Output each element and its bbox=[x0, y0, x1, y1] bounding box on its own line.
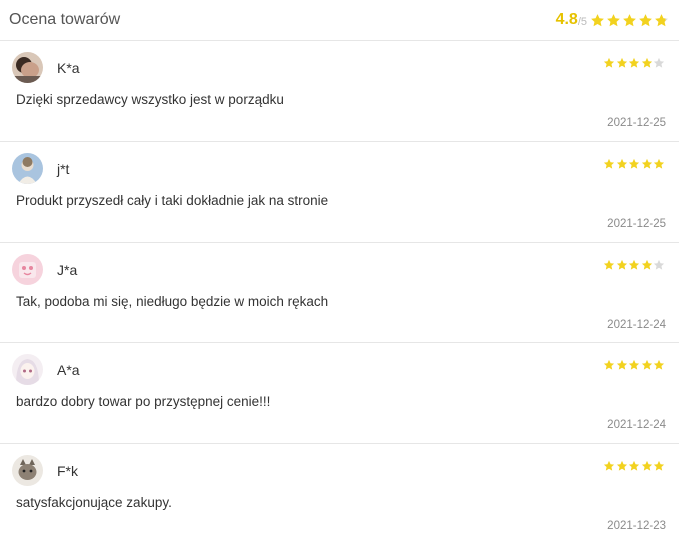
review-item: j*t Produkt przyszedł cały i taki dokład… bbox=[0, 142, 679, 243]
product-rating-panel: Ocena towarów 4.8 /5 K*a Dzięki sprzedaw… bbox=[0, 0, 679, 542]
review-stars bbox=[603, 460, 666, 472]
anime-girl-avatar-icon[interactable] bbox=[12, 354, 43, 386]
star-full-icon bbox=[623, 13, 636, 26]
review-list: K*a Dzięki sprzedawcy wszystko jest w po… bbox=[0, 41, 679, 542]
star-full-icon bbox=[653, 158, 665, 169]
star-full-icon bbox=[616, 360, 627, 370]
portrait-avatar-icon[interactable] bbox=[12, 52, 43, 83]
star-full-icon bbox=[653, 461, 665, 471]
rating-header: Ocena towarów 4.8 /5 bbox=[0, 0, 679, 41]
review-text: Produkt przyszedł cały i taki dokładnie … bbox=[16, 192, 329, 208]
review-date: 2021-12-24 bbox=[607, 419, 666, 432]
star-full-icon bbox=[616, 259, 627, 270]
star-full-icon bbox=[603, 158, 615, 169]
pink-avatar-icon[interactable] bbox=[12, 253, 43, 285]
star-full-icon bbox=[591, 13, 604, 26]
review-stars bbox=[603, 158, 666, 170]
star-full-icon bbox=[628, 57, 640, 68]
star-full-icon bbox=[641, 57, 652, 68]
rating-title: Ocena towarów bbox=[9, 11, 121, 28]
star-full-icon bbox=[641, 158, 652, 169]
review-text: satysfakcjonujące zakupy. bbox=[16, 495, 172, 511]
review-stars bbox=[603, 359, 666, 371]
star-full-icon bbox=[628, 461, 640, 471]
average-score: 4.8 bbox=[555, 11, 578, 28]
review-text: Dzięki sprzedawcy wszystko jest w porząd… bbox=[16, 92, 284, 107]
review-item: A*a bardzo dobry towar po przystępnej ce… bbox=[0, 343, 679, 445]
star-full-icon bbox=[616, 158, 627, 169]
star-full-icon bbox=[603, 461, 615, 471]
review-date: 2021-12-23 bbox=[607, 520, 666, 533]
review-item: K*a Dzięki sprzedawcy wszystko jest w po… bbox=[0, 41, 679, 142]
review-text: bardzo dobry towar po przystępnej cenie!… bbox=[16, 394, 271, 410]
review-date: 2021-12-24 bbox=[607, 318, 666, 331]
star-full-icon bbox=[653, 360, 665, 370]
star-full-icon bbox=[628, 158, 640, 169]
score-max: /5 bbox=[577, 15, 587, 28]
star-full-icon bbox=[607, 13, 620, 26]
star-full-icon bbox=[641, 461, 652, 471]
review-item: F*k satysfakcjonujące zakupy. 2021-12-23 bbox=[0, 444, 679, 542]
star-full-icon bbox=[603, 360, 615, 370]
review-username: A*a bbox=[57, 362, 80, 379]
star-full-icon bbox=[616, 461, 627, 471]
star-full-icon bbox=[628, 259, 640, 270]
review-stars bbox=[603, 259, 666, 271]
review-username: j*t bbox=[57, 160, 70, 177]
star-empty-icon bbox=[653, 57, 665, 68]
review-username: F*k bbox=[57, 463, 78, 480]
review-stars bbox=[603, 57, 666, 69]
review-username: J*a bbox=[57, 261, 78, 278]
review-date: 2021-12-25 bbox=[607, 217, 666, 230]
star-full-icon bbox=[628, 360, 640, 370]
star-full-icon bbox=[616, 57, 627, 68]
review-date: 2021-12-25 bbox=[607, 117, 666, 129]
cat-avatar-icon[interactable] bbox=[12, 455, 43, 487]
blue-sky-avatar-icon[interactable] bbox=[12, 152, 43, 184]
average-stars bbox=[589, 13, 669, 28]
star-full-icon bbox=[641, 360, 652, 370]
review-text: Tak, podoba mi się, niedługo będzie w mo… bbox=[16, 293, 329, 309]
rating-summary: 4.8 /5 bbox=[556, 11, 669, 29]
star-partial-icon bbox=[655, 13, 668, 26]
star-full-icon bbox=[603, 259, 615, 270]
review-username: K*a bbox=[57, 60, 80, 76]
star-full-icon bbox=[641, 259, 652, 270]
star-full-icon bbox=[603, 57, 615, 68]
review-item: J*a Tak, podoba mi się, niedługo będzie … bbox=[0, 243, 679, 344]
star-empty-icon bbox=[653, 259, 665, 270]
star-full-icon bbox=[639, 13, 652, 26]
